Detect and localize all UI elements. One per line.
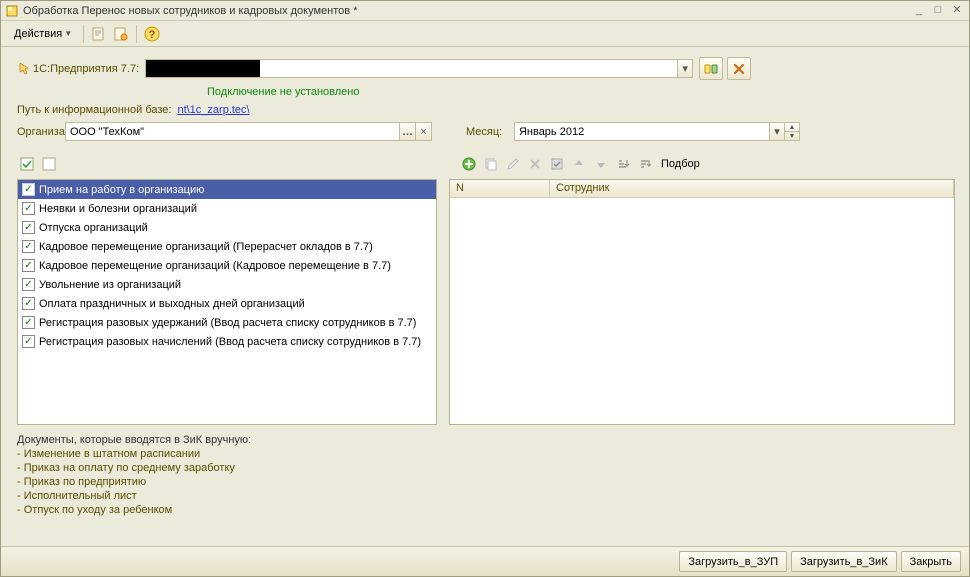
notes-line: - Изменение в штатном расписании — [17, 447, 955, 461]
svg-text:?: ? — [149, 29, 156, 41]
cancel-connection-button[interactable] — [727, 57, 751, 80]
actions-menu[interactable]: Действия ▼ — [7, 25, 79, 43]
tables-toolbar: Подбор — [17, 151, 955, 177]
settings-icon-button[interactable] — [110, 23, 132, 45]
chevron-down-icon: ▼ — [64, 29, 72, 38]
help-button[interactable]: ? — [141, 23, 163, 45]
checklist-item[interactable]: ✓ Кадровое перемещение организаций (Перер… — [18, 237, 436, 256]
minimize-button[interactable]: _ — [911, 4, 927, 18]
close-form-button[interactable]: Закрыть — [901, 551, 961, 572]
notes-line: - Отпуск по уходу за ребенком — [17, 503, 955, 517]
app-icon — [5, 4, 19, 18]
uncheck-all-button[interactable] — [39, 154, 59, 174]
checkbox-icon[interactable]: ✓ — [22, 240, 35, 253]
checklist-item-label: Увольнение из организаций — [39, 279, 181, 291]
checklist-item-label: Неявки и болезни организаций — [39, 203, 197, 215]
month-down-icon[interactable]: ▼ — [785, 132, 799, 140]
actions-label: Действия — [14, 28, 62, 40]
move-down-button[interactable] — [591, 154, 611, 174]
checklist-item[interactable]: ✓ Прием на работу в организацию — [18, 180, 436, 199]
checkbox-icon[interactable]: ✓ — [22, 202, 35, 215]
checklist-item[interactable]: ✓ Неявки и болезни организаций — [18, 199, 436, 218]
db-path-combo[interactable]: ▾ — [145, 59, 693, 78]
titlebar: Обработка Перенос новых сотрудников и ка… — [1, 1, 969, 21]
checklist-item[interactable]: ✓ Отпуска организаций — [18, 218, 436, 237]
org-value: ООО "ТехКом" — [66, 126, 399, 138]
month-spinner[interactable]: ▲ ▼ — [784, 123, 799, 140]
org-label: Организа — [17, 126, 65, 138]
org-clear-button[interactable]: × — [415, 123, 431, 140]
main-panes: ✓ Прием на работу в организацию ✓ Неявки и … — [17, 179, 955, 425]
db-path-row: 1С:Предприятия 7.7: ▾ — [17, 57, 955, 80]
checklist-item-label: Прием на работу в организацию — [39, 184, 204, 196]
month-value: Январь 2012 — [515, 126, 769, 138]
load-zup-button[interactable]: Загрузить_в_ЗУП — [679, 551, 787, 572]
connection-status: Подключение не установлено — [207, 86, 955, 98]
checklist-item-label: Кадровое перемещение организаций (Перера… — [39, 241, 373, 253]
grid-col-employee[interactable]: Сотрудник — [550, 180, 954, 197]
document-types-checklist[interactable]: ✓ Прием на работу в организацию ✓ Неявки и … — [17, 179, 437, 425]
org-input[interactable]: ООО "ТехКом" … × — [65, 122, 432, 141]
bottom-bar: Загрузить_в_ЗУП Загрузить_в_ЗиК Закрыть — [1, 546, 969, 576]
checklist-item[interactable]: ✓ Увольнение из организаций — [18, 275, 436, 294]
checklist-item-label: Кадровое перемещение организаций (Кадров… — [39, 260, 391, 272]
checklist-item[interactable]: ✓ Регистрация разовых удержаний (Ввод рас… — [18, 313, 436, 332]
grid-col-number[interactable]: N — [450, 180, 550, 197]
move-up-button[interactable] — [569, 154, 589, 174]
notes-title: Документы, которые вводятся в ЗиК вручну… — [17, 433, 955, 447]
notes-line: - Приказ на оплату по среднему заработку — [17, 461, 955, 475]
employees-grid[interactable]: N Сотрудник — [449, 179, 955, 425]
selection-button[interactable]: Подбор — [661, 158, 700, 170]
edit-row-button[interactable] — [503, 154, 523, 174]
checklist-item-label: Оплата праздничных и выходных дней орган… — [39, 298, 305, 310]
month-combo[interactable]: Январь 2012 ▾ ▲ ▼ — [514, 122, 800, 141]
db-label: 1С:Предприятия 7.7: — [33, 63, 139, 75]
grid-header: N Сотрудник — [450, 180, 954, 198]
db-path-masked — [146, 60, 260, 77]
checklist-item-label: Отпуска организаций — [39, 222, 148, 234]
copy-row-button[interactable] — [481, 154, 501, 174]
finish-edit-button[interactable] — [547, 154, 567, 174]
infobase-path-row: Путь к информационной базе: nt\1c_zarp.t… — [17, 104, 955, 116]
delete-row-button[interactable] — [525, 154, 545, 174]
window-title: Обработка Перенос новых сотрудников и ка… — [23, 5, 911, 17]
checkbox-icon[interactable]: ✓ — [22, 259, 35, 272]
load-zik-button[interactable]: Загрузить_в_ЗиК — [791, 551, 897, 572]
add-row-button[interactable] — [459, 154, 479, 174]
checklist-item[interactable]: ✓ Оплата праздничных и выходных дней орга… — [18, 294, 436, 313]
checkbox-icon[interactable]: ✓ — [22, 183, 35, 196]
script-icon-button[interactable] — [88, 23, 110, 45]
checklist-item-label: Регистрация разовых начислений (Ввод рас… — [39, 336, 421, 348]
sort-asc-button[interactable] — [613, 154, 633, 174]
check-all-button[interactable] — [17, 154, 37, 174]
manual-docs-notes: Документы, которые вводятся в ЗиК вручну… — [17, 433, 955, 517]
maximize-button[interactable]: □ — [930, 4, 946, 18]
month-dropdown-icon[interactable]: ▾ — [769, 123, 784, 140]
checkbox-icon[interactable]: ✓ — [22, 316, 35, 329]
checkbox-icon[interactable]: ✓ — [22, 221, 35, 234]
notes-line: - Исполнительный лист — [17, 489, 955, 503]
checklist-item[interactable]: ✓ Кадровое перемещение организаций (Кадро… — [18, 256, 436, 275]
grid-body — [450, 198, 954, 424]
notes-line: - Приказ по предприятию — [17, 475, 955, 489]
month-up-icon[interactable]: ▲ — [785, 123, 799, 132]
infobase-path-link[interactable]: nt\1c_zarp.tec\ — [177, 104, 249, 116]
month-label: Месяц: — [466, 126, 514, 138]
checklist-item-label: Регистрация разовых удержаний (Ввод расч… — [39, 317, 416, 329]
checklist-item[interactable]: ✓ Регистрация разовых начислений (Ввод ра… — [18, 332, 436, 351]
refresh-connection-button[interactable] — [699, 57, 723, 80]
org-month-row: Организа ООО "ТехКом" … × Месяц: Январь … — [17, 122, 955, 141]
checkbox-icon[interactable]: ✓ — [22, 297, 35, 310]
org-select-button[interactable]: … — [399, 123, 415, 140]
close-button[interactable]: ✕ — [949, 4, 965, 18]
main-toolbar: Действия ▼ ? — [1, 21, 969, 47]
cursor-icon — [17, 61, 33, 77]
checkbox-icon[interactable]: ✓ — [22, 335, 35, 348]
checkbox-icon[interactable]: ✓ — [22, 278, 35, 291]
sort-desc-button[interactable] — [635, 154, 655, 174]
db-path-dropdown-icon[interactable]: ▾ — [677, 60, 692, 77]
infobase-path-label: Путь к информационной базе: — [17, 104, 171, 116]
